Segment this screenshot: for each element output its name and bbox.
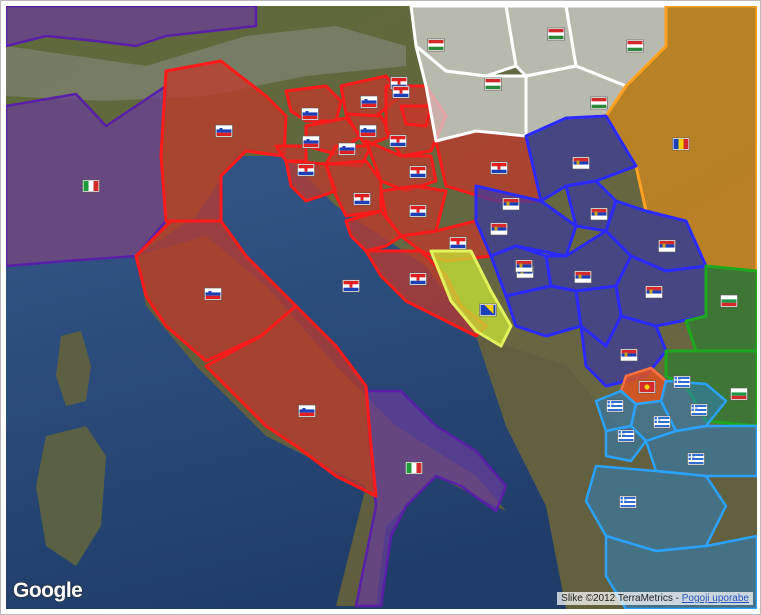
flag-marker-macedonia[interactable] <box>638 380 656 394</box>
flag-marker-hungary[interactable] <box>590 96 608 110</box>
flag-marker-hungary[interactable] <box>547 27 565 41</box>
map-canvas[interactable] <box>6 6 757 609</box>
flag-marker-slovenia[interactable] <box>338 142 356 156</box>
attribution-text: Slike ©2012 TerraMetrics <box>561 593 673 604</box>
flag-marker-croatia[interactable] <box>389 134 407 148</box>
flag-marker-greece[interactable] <box>617 429 635 443</box>
flag-marker-serbia[interactable] <box>574 270 592 284</box>
flag-marker-croatia[interactable] <box>409 204 427 218</box>
region-north-italy[interactable] <box>6 84 168 268</box>
flag-marker-serbia[interactable] <box>590 207 608 221</box>
flag-marker-slovenia[interactable] <box>302 135 320 149</box>
flag-marker-hungary[interactable] <box>626 39 644 53</box>
flag-marker-serbia[interactable] <box>515 259 533 273</box>
flag-marker-greece[interactable] <box>687 452 705 466</box>
flag-marker-greece[interactable] <box>673 375 691 389</box>
flag-marker-hungary[interactable] <box>427 38 445 52</box>
flag-marker-bulgaria[interactable] <box>730 387 748 401</box>
flag-marker-croatia[interactable] <box>392 85 410 99</box>
flag-marker-bulgaria[interactable] <box>720 294 738 308</box>
flag-marker-slovenia[interactable] <box>215 124 233 138</box>
map-attribution: Slike ©2012 TerraMetrics - Pogoji uporab… <box>557 592 753 605</box>
flag-marker-croatia[interactable] <box>490 161 508 175</box>
attribution-separator: - <box>672 593 682 604</box>
flag-marker-greece[interactable] <box>619 495 637 509</box>
flag-marker-slovenia[interactable] <box>360 95 378 109</box>
terms-of-use-link[interactable]: Pogoji uporabe <box>682 593 749 604</box>
flag-marker-greece[interactable] <box>606 399 624 413</box>
flag-marker-slovenia[interactable] <box>301 107 319 121</box>
flag-marker-slovenia[interactable] <box>204 287 222 301</box>
google-logo: Google <box>13 579 83 602</box>
flag-marker-italy[interactable] <box>405 461 423 475</box>
region-croatia-11[interactable] <box>399 104 433 128</box>
flag-marker-slovenia[interactable] <box>298 404 316 418</box>
flag-marker-croatia[interactable] <box>342 279 360 293</box>
flag-marker-serbia[interactable] <box>645 285 663 299</box>
flag-marker-croatia[interactable] <box>297 163 315 177</box>
flag-marker-greece[interactable] <box>690 403 708 417</box>
flag-marker-croatia[interactable] <box>353 192 371 206</box>
flag-marker-serbia[interactable] <box>490 222 508 236</box>
map-frame: Google Slike ©2012 TerraMetrics - Pogoji… <box>0 0 761 615</box>
flag-marker-slovenia[interactable] <box>359 124 377 138</box>
region-hungary-2[interactable] <box>504 6 578 78</box>
flag-marker-croatia[interactable] <box>409 165 427 179</box>
map-viewport[interactable]: Google Slike ©2012 TerraMetrics - Pogoji… <box>6 6 757 609</box>
flag-marker-bosnia[interactable] <box>479 303 497 317</box>
flag-marker-serbia[interactable] <box>620 348 638 362</box>
flag-marker-romania[interactable] <box>672 137 690 151</box>
flag-marker-greece[interactable] <box>653 415 671 429</box>
flag-marker-serbia[interactable] <box>658 239 676 253</box>
flag-marker-italy[interactable] <box>82 179 100 193</box>
flag-marker-croatia[interactable] <box>409 272 427 286</box>
flag-marker-serbia[interactable] <box>572 156 590 170</box>
flag-marker-hungary[interactable] <box>484 77 502 91</box>
flag-marker-croatia[interactable] <box>449 236 467 250</box>
flag-marker-serbia[interactable] <box>502 197 520 211</box>
